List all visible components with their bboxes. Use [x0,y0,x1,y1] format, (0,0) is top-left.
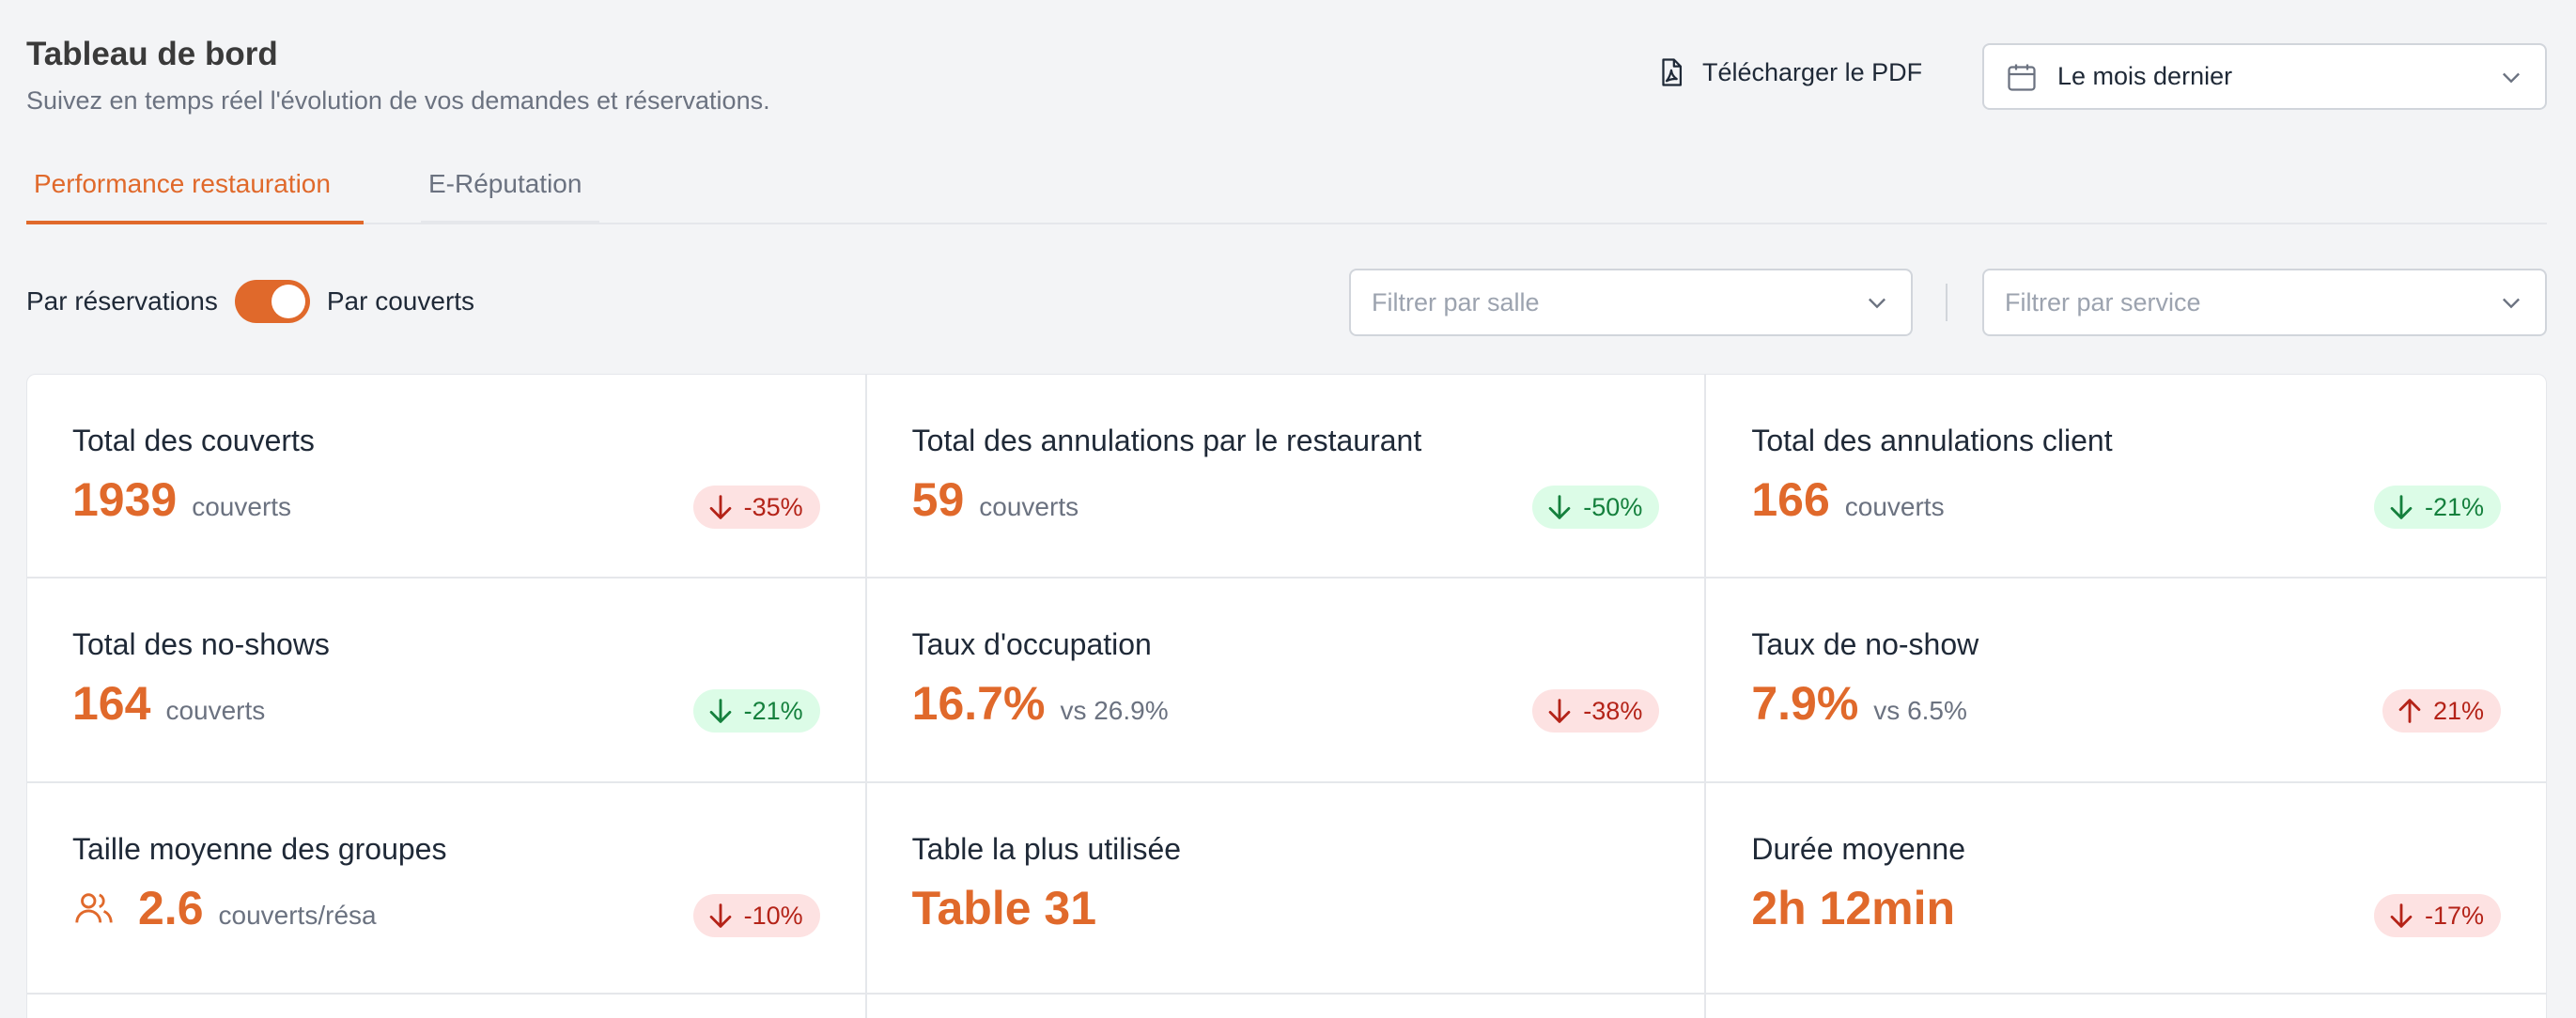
kpi-value-row: 59 couverts [912,472,1079,527]
kpi-value: 2h 12min [1751,882,1956,934]
trend-badge-value: -38% [1583,696,1643,725]
kpi-card: Durée moyenne 2h 12min -17% [1706,783,2546,995]
kpi-value-row: 16.7% vs 26.9% [912,676,1169,731]
kpi-value: 2.6 [138,882,204,934]
kpi-unit: vs 26.9% [1060,696,1169,725]
trend-badge-value: 21% [2432,696,2484,725]
filter-divider [1946,284,1948,321]
trend-badge: -21% [2373,486,2501,529]
kpi-value: 59 [911,473,965,526]
kpi-value-row: 1939 couverts [72,472,291,527]
arrow-down-icon [2390,495,2413,519]
chevron-down-icon [1869,298,1885,309]
trend-badge-value: -21% [2424,492,2484,521]
kpi-unit: couverts [979,492,1079,521]
kpi-card-empty [1706,995,2546,1018]
kpi-card: Total des no-shows 164 couverts -21% [27,578,867,783]
arrow-down-icon [709,495,731,519]
kpi-value-row: 166 couverts [1751,472,1944,527]
page-title: Tableau de bord [26,36,278,72]
trend-badge: -38% [1532,689,1660,733]
kpi-label: Taux d'occupation [911,627,1152,661]
kpi-card: Taille moyenne des groupes 2.6 couverts/… [27,783,867,995]
tab-bar: Performance restauration E-Réputation [26,165,2547,224]
kpi-value-row: 2.6 couverts/résa [72,881,377,935]
kpi-label: Durée moyenne [1751,832,1966,866]
kpi-label: Total des annulations client [1751,424,2113,457]
kpi-unit: couverts [165,696,266,725]
tab-performance-restauration[interactable]: Performance restauration [26,165,364,224]
kpi-value-row: 2h 12min [1751,881,1970,935]
arrow-down-icon [709,699,731,723]
kpi-card: Taux d'occupation 16.7% vs 26.9% -38% [866,578,1707,783]
arrow-up-icon [2398,699,2421,723]
kpi-card: Total des couverts 1939 couverts -35% [27,375,867,578]
kpi-label: Taux de no-show [1751,627,1979,661]
kpi-card-empty [867,995,1707,1018]
kpi-label: Table la plus utilisée [911,832,1182,866]
trend-badge: -17% [2373,894,2501,937]
trend-badge-value: -17% [2424,901,2484,930]
period-select[interactable]: Le mois dernier [1982,43,2547,110]
page-subtitle: Suivez en temps réel l'évolution de vos … [26,86,770,115]
service-filter-select[interactable]: Filtrer par service [1982,269,2547,336]
kpi-label: Taille moyenne des groupes [72,832,447,866]
pdf-file-icon [1662,58,1683,86]
chevron-down-icon [2503,72,2520,83]
trend-badge-value: -21% [743,696,803,725]
group-icon [75,893,113,923]
kpi-label: Total des couverts [72,424,315,457]
arrow-down-icon [2390,903,2413,928]
kpi-value: 1939 [72,473,178,526]
kpi-card-empty [27,995,867,1018]
count-mode-toggle-row: Par réservations Par couverts [26,280,474,323]
kpi-value: 164 [72,677,151,730]
trend-badge: -10% [692,894,820,937]
trend-badge: -50% [1532,486,1660,529]
kpi-value: 166 [1751,473,1830,526]
kpi-value-row: 7.9% vs 6.5% [1751,676,1967,731]
kpi-value-row: 164 couverts [72,676,265,731]
kpi-unit: couverts/résa [218,901,377,930]
trend-badge: -35% [692,486,820,529]
tab-e-reputation[interactable]: E-Réputation [421,165,599,224]
chevron-down-icon [2503,298,2520,309]
kpi-card: Taux de no-show 7.9% vs 6.5% 21% [1706,578,2546,783]
salle-filter-select[interactable]: Filtrer par salle [1349,269,1913,336]
kpi-card: Table la plus utilisée Table 31 [866,783,1707,995]
kpi-value: 16.7% [911,677,1046,730]
kpi-label: Total des annulations par le restaurant [911,424,1422,457]
trend-badge-value: -50% [1583,492,1643,521]
kpi-value: Table 31 [911,882,1097,934]
toggle-left-label: Par réservations [26,286,218,316]
dashboard-page: Tableau de bord Suivez en temps réel l'é… [0,0,2576,1018]
kpi-unit: vs 6.5% [1873,696,1967,725]
kpi-unit: couverts [192,492,292,521]
download-pdf-label: Télécharger le PDF [1702,57,1923,86]
salle-filter-placeholder: Filtrer par salle [1372,287,1540,316]
trend-badge-value: -35% [743,492,803,521]
kpi-value: 7.9% [1751,677,1859,730]
trend-badge: 21% [2382,689,2501,733]
service-filter-placeholder: Filtrer par service [2005,287,2201,316]
kpi-label: Total des no-shows [72,627,330,661]
kpi-unit: couverts [1844,492,1945,521]
calendar-icon [2008,64,2036,91]
kpi-value-row: Table 31 [912,881,1111,935]
trend-badge-value: -10% [743,901,803,930]
arrow-down-icon [1548,699,1571,723]
arrow-down-icon [1548,495,1571,519]
arrow-down-icon [709,903,731,928]
toggle-knob [271,285,305,318]
download-pdf-button[interactable]: Télécharger le PDF [1655,56,1922,88]
kpi-card: Total des annulations par le restaurant … [866,375,1707,578]
kpi-grid: Total des couverts 1939 couverts -35% To… [26,374,2547,1018]
kpi-card: Total des annulations client 166 couvert… [1706,375,2546,578]
period-select-value: Le mois dernier [2057,62,2233,90]
trend-badge: -21% [692,689,820,733]
toggle-right-label: Par couverts [326,286,475,316]
page-header: Tableau de bord Suivez en temps réel l'é… [26,36,770,116]
count-mode-toggle[interactable] [234,280,310,323]
